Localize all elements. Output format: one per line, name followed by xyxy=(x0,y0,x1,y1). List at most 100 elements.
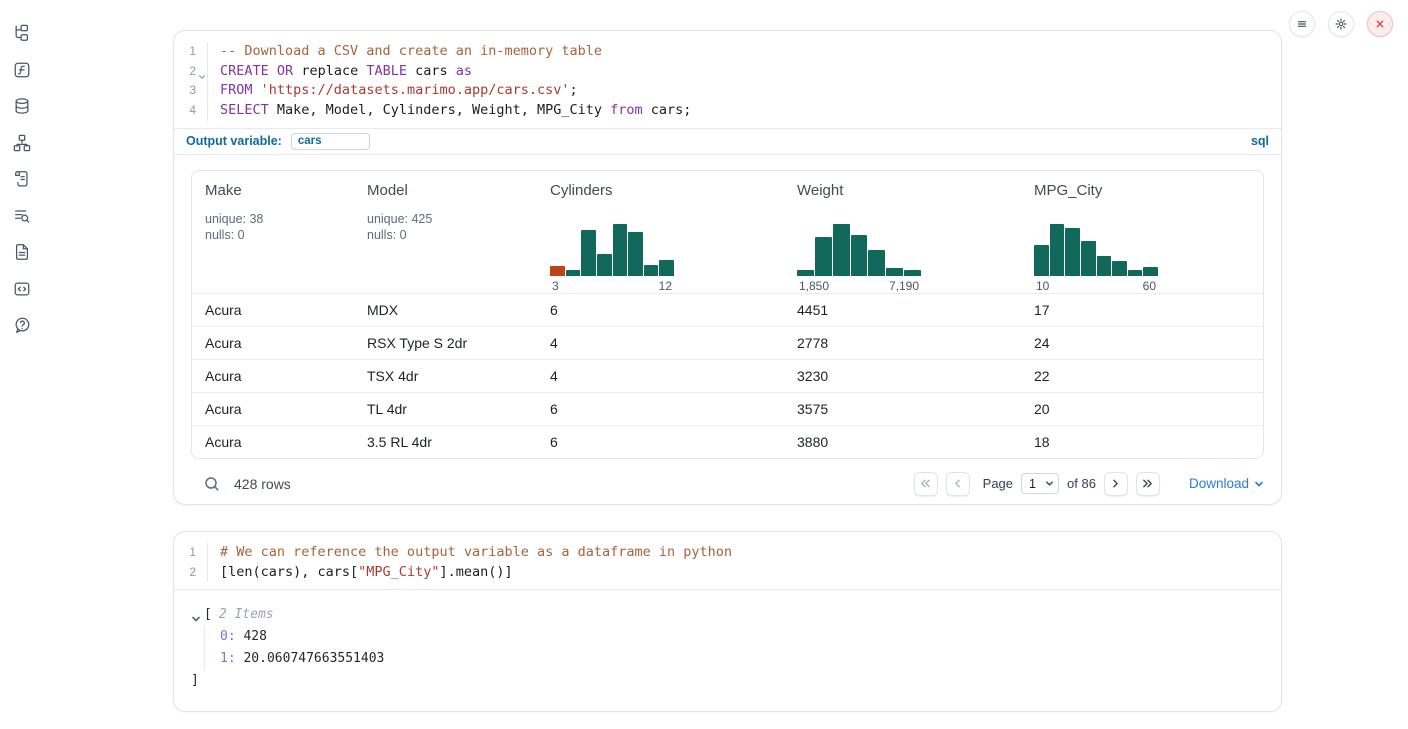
table-cell: 24 xyxy=(1021,335,1263,351)
dependency-graph-icon[interactable] xyxy=(13,134,31,152)
code-token: replace xyxy=(293,63,366,79)
histogram-bar xyxy=(1065,228,1080,276)
histogram-bar xyxy=(1050,224,1065,276)
prev-page-button[interactable] xyxy=(946,472,970,496)
sql-cell: 1 -- Download a CSV and create an in-memo… xyxy=(173,30,1282,505)
table-body: AcuraMDX6445117AcuraRSX Type S 2dr427782… xyxy=(192,293,1263,458)
notebook-actions xyxy=(1289,11,1393,37)
snippets-icon[interactable] xyxy=(13,280,31,298)
tree-root: [ 2 Items xyxy=(191,604,1264,626)
table-cell: Acura xyxy=(192,302,354,318)
page-label: Page xyxy=(983,476,1013,491)
histogram-bar xyxy=(797,270,814,276)
code-token xyxy=(253,82,261,98)
chevron-left-icon xyxy=(951,477,964,490)
table-cell: Acura xyxy=(192,401,354,417)
output-variable-input[interactable] xyxy=(291,133,370,150)
code-line[interactable]: 1 -- Download a CSV and create an in-memo… xyxy=(174,42,1281,62)
code-token: "MPG_City" xyxy=(358,564,439,580)
page-select[interactable]: 1 xyxy=(1021,473,1059,494)
function-icon[interactable] xyxy=(13,61,31,79)
histogram-bar xyxy=(1112,261,1127,276)
code-line[interactable]: 3FROM 'https://datasets.marimo.app/cars.… xyxy=(174,81,1281,101)
histogram-bar xyxy=(613,224,628,276)
python-code-editor[interactable]: 1# We can reference the output variable … xyxy=(174,532,1281,589)
python-cell: 1# We can reference the output variable … xyxy=(173,531,1282,712)
histogram-axis: 312 xyxy=(550,279,674,293)
fold-chevron-icon[interactable] xyxy=(198,68,206,76)
code-token: -- Download a CSV and create an in-memor… xyxy=(220,43,602,59)
column-label[interactable]: Model xyxy=(367,182,537,199)
download-label: Download xyxy=(1189,476,1249,491)
scratchpad-icon[interactable] xyxy=(13,170,31,188)
column-label[interactable]: Weight xyxy=(797,182,1021,199)
download-button[interactable]: Download xyxy=(1189,476,1264,491)
line-number: 1 xyxy=(174,42,208,62)
logs-icon[interactable] xyxy=(13,207,31,225)
hamburger-icon xyxy=(1295,17,1309,31)
shutdown-button[interactable] xyxy=(1367,11,1393,37)
table-cell: TL 4dr xyxy=(354,401,537,417)
column-label[interactable]: Make xyxy=(205,182,354,199)
histogram-bar xyxy=(659,260,674,276)
code-line[interactable]: 2CREATE OR replace TABLE cars as xyxy=(174,62,1281,82)
histogram-axis: 1,8507,190 xyxy=(797,279,921,293)
database-icon[interactable] xyxy=(13,97,31,115)
page-total-label: of 86 xyxy=(1067,476,1096,491)
histogram-bar xyxy=(566,270,581,276)
tree-entry: 1: 20.060747663551403 xyxy=(220,648,1264,670)
code-token: OR xyxy=(277,63,293,79)
sql-code-editor[interactable]: 1 -- Download a CSV and create an in-memo… xyxy=(174,31,1281,128)
document-icon[interactable] xyxy=(13,243,31,261)
language-badge[interactable]: sql xyxy=(1251,134,1269,148)
table-cell: 18 xyxy=(1021,434,1263,450)
line-number: 1 xyxy=(174,543,208,563)
code-line[interactable]: 4SELECT Make, Model, Cylinders, Weight, … xyxy=(174,101,1281,121)
sql-cell-footer: Output variable: sql xyxy=(174,128,1281,154)
search-icon[interactable] xyxy=(203,475,221,493)
table-footer: 428 rows Page 1 of 86 xyxy=(191,470,1264,498)
first-page-button[interactable] xyxy=(914,472,938,496)
column-header: Makeunique: 38nulls: 0 xyxy=(192,182,354,293)
code-line[interactable]: 1# We can reference the output variable … xyxy=(174,543,1281,563)
code-line[interactable]: 2[len(cars), cars["MPG_City"].mean()] xyxy=(174,563,1281,583)
next-page-button[interactable] xyxy=(1104,472,1128,496)
table-row: Acura3.5 RL 4dr6388018 xyxy=(192,425,1263,458)
column-header: Cylinders 312 xyxy=(537,182,784,293)
table-cell: 17 xyxy=(1021,302,1263,318)
help-icon[interactable] xyxy=(13,316,31,334)
histogram-bar xyxy=(904,270,921,276)
data-table: Makeunique: 38nulls: 0 Model unique: 425nu… xyxy=(191,170,1264,459)
histogram-bar xyxy=(1081,241,1096,276)
histogram-bar xyxy=(628,232,643,276)
collapse-icon[interactable] xyxy=(191,610,201,620)
chevrons-left-icon xyxy=(919,477,932,490)
code-token: FROM xyxy=(220,82,253,98)
file-tree-icon[interactable] xyxy=(13,24,31,42)
column-label[interactable]: Cylinders xyxy=(550,182,784,199)
code-text: # We can reference the output variable a… xyxy=(208,543,732,563)
code-token: from xyxy=(610,102,643,118)
tree-entry-key: 0: xyxy=(220,629,236,644)
page-select-value: 1 xyxy=(1029,477,1036,491)
line-number: 4 xyxy=(174,101,208,121)
line-number: 3 xyxy=(174,81,208,101)
histogram-bar xyxy=(868,250,885,276)
sql-output-area: Makeunique: 38nulls: 0 Model unique: 425nu… xyxy=(174,154,1281,498)
table-cell: 20 xyxy=(1021,401,1263,417)
histogram-bar xyxy=(581,230,596,276)
table-cell: 3230 xyxy=(784,368,1021,384)
close-bracket: ] xyxy=(191,670,1264,692)
column-label[interactable]: MPG_City xyxy=(1034,182,1263,199)
code-token: SELECT xyxy=(220,102,269,118)
line-number: 2 xyxy=(174,62,208,82)
code-token: cars xyxy=(407,63,456,79)
table-cell: 3.5 RL 4dr xyxy=(354,434,537,450)
settings-button[interactable] xyxy=(1328,11,1354,37)
menu-button[interactable] xyxy=(1289,11,1315,37)
last-page-button[interactable] xyxy=(1136,472,1160,496)
code-text: SELECT Make, Model, Cylinders, Weight, M… xyxy=(208,101,691,121)
column-stats: unique: 425nulls: 0 xyxy=(367,211,537,244)
table-cell: 6 xyxy=(537,401,784,417)
output-variable-label: Output variable: xyxy=(186,134,282,148)
